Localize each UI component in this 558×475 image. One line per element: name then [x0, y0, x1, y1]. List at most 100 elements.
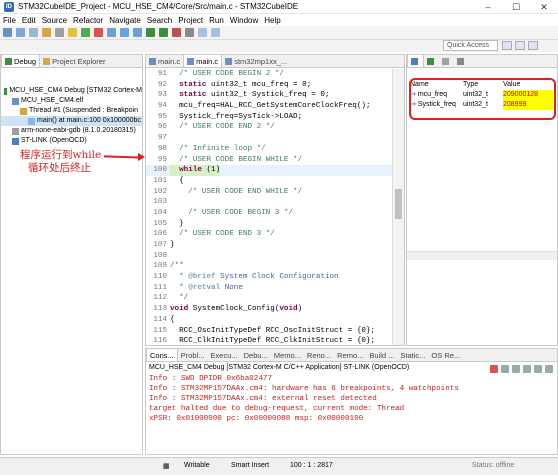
menu-search[interactable]: Search [147, 16, 172, 25]
code-line[interactable]: 116 RCC_ClkInitTypeDef RCC_ClkInitStruct… [146, 336, 392, 345]
back-icon[interactable] [198, 28, 207, 37]
code-line[interactable]: 111 * @retval None [146, 283, 392, 294]
code-line[interactable]: 98 /* Infinite loop */ [146, 144, 392, 155]
debug-tree-node[interactable]: MCU_HSE_CM4.elf [1, 96, 142, 106]
external-tools-icon[interactable] [172, 28, 181, 37]
line-number[interactable]: 100 [146, 165, 170, 176]
build-icon[interactable] [42, 28, 51, 37]
pin-console-icon[interactable] [534, 365, 542, 373]
save-icon[interactable] [16, 28, 25, 37]
code-line[interactable]: 99 /* USER CODE BEGIN WHILE */ [146, 155, 392, 166]
perspective-cpp-icon[interactable] [502, 41, 512, 50]
tab-reno[interactable]: Reno... [304, 349, 334, 361]
run-icon[interactable] [159, 28, 168, 37]
code-line[interactable]: 106 /* USER CODE END 3 */ [146, 229, 392, 240]
code-line[interactable]: 104 /* USER CODE BEGIN 3 */ [146, 208, 392, 219]
menu-project[interactable]: Project [178, 16, 203, 25]
line-number[interactable]: 108 [146, 251, 170, 262]
tab-project-explorer[interactable]: Project Explorer [40, 55, 108, 67]
debug-icon[interactable] [146, 28, 155, 37]
line-number[interactable]: 115 [146, 326, 170, 337]
line-number[interactable]: 101 [146, 176, 170, 187]
tab-breakpoints[interactable] [424, 55, 439, 67]
line-number[interactable]: 91 [146, 69, 170, 80]
code-line[interactable]: 114{ [146, 315, 392, 326]
line-number[interactable]: 116 [146, 336, 170, 345]
code-line[interactable]: 102 /* USER CODE END WHILE */ [146, 187, 392, 198]
debug-tree-node[interactable]: Thread #1 (Suspended : Breakpoin [1, 106, 142, 116]
current-line[interactable]: 100 while (1) [146, 165, 392, 176]
debug-tree-node[interactable]: MCU_HSE_CM4 Debug [STM32 Cortex-M [1, 86, 142, 96]
line-number[interactable]: 98 [146, 144, 170, 155]
clear-console-icon[interactable] [512, 365, 520, 373]
tab-main-c-2[interactable]: main.c [183, 55, 223, 67]
line-number[interactable]: 111 [146, 283, 170, 294]
menu-file[interactable]: File [3, 16, 16, 25]
new-icon[interactable] [3, 28, 12, 37]
code-line[interactable]: 92 static uint32_t mcu_freq = 0; [146, 80, 392, 91]
variables-hscrollbar[interactable] [407, 251, 557, 260]
line-number[interactable]: 97 [146, 133, 170, 144]
terminate-icon[interactable] [490, 365, 498, 373]
line-number[interactable]: 104 [146, 208, 170, 219]
minimize-button[interactable]: – [474, 0, 502, 14]
line-number[interactable]: 103 [146, 197, 170, 208]
terminate-icon[interactable] [94, 28, 103, 37]
remove-launch-icon[interactable] [501, 365, 509, 373]
menu-edit[interactable]: Edit [22, 16, 36, 25]
menu-run[interactable]: Run [209, 16, 224, 25]
code-line[interactable]: 93 static uint32_t Systick_freq = 0; [146, 90, 392, 101]
tab-stm32mp1xx[interactable]: stm32mp1xx_... [222, 55, 290, 67]
code-line[interactable]: 108 [146, 251, 392, 262]
tab-problems[interactable]: Probl... [178, 349, 208, 361]
line-number[interactable]: 95 [146, 112, 170, 123]
line-number[interactable]: 105 [146, 219, 170, 230]
code-line[interactable]: 94 mcu_freq=HAL_RCC_GetSystemCoreClockFr… [146, 101, 392, 112]
code-line[interactable]: 109/** [146, 261, 392, 272]
tab-remote[interactable]: Remo... [334, 349, 366, 361]
menu-help[interactable]: Help [264, 16, 280, 25]
line-number[interactable]: 106 [146, 229, 170, 240]
tab-static[interactable]: Static... [397, 349, 428, 361]
scrollbar-thumb[interactable] [395, 189, 402, 219]
console-output[interactable]: Info : SWD DPIDR 0x6ba02477 Info : STM32M… [146, 374, 557, 424]
tab-memory[interactable]: Memo... [271, 349, 304, 361]
debug-tree-node[interactable]: ST-LINK (OpenOCD) [1, 136, 142, 146]
tab-debug[interactable]: Debug [1, 55, 41, 67]
code-line[interactable]: 112 */ [146, 293, 392, 304]
tab-build[interactable]: Build ... [366, 349, 397, 361]
line-number[interactable]: 107 [146, 240, 170, 251]
line-number[interactable]: 96 [146, 122, 170, 133]
perspective-debug-icon[interactable] [515, 41, 525, 50]
line-number[interactable]: 94 [146, 101, 170, 112]
line-number[interactable]: 93 [146, 90, 170, 101]
menu-refactor[interactable]: Refactor [73, 16, 103, 25]
skip-breakpoints-icon[interactable] [55, 28, 64, 37]
suspend-icon[interactable] [81, 28, 90, 37]
line-number[interactable]: 112 [146, 293, 170, 304]
code-area[interactable]: 91 /* USER CODE BEGIN 2 */92 static uint… [146, 69, 392, 345]
tab-variables[interactable] [407, 55, 424, 67]
resume-icon[interactable] [68, 28, 77, 37]
maximize-button[interactable]: ☐ [502, 0, 530, 14]
step-over-icon[interactable] [120, 28, 129, 37]
code-line[interactable]: 103 [146, 197, 392, 208]
code-line[interactable]: 97 [146, 133, 392, 144]
forward-icon[interactable] [211, 28, 220, 37]
line-number[interactable]: 114 [146, 315, 170, 326]
tab-expressions[interactable] [439, 55, 454, 67]
code-line[interactable]: 110 * @brief System Clock Configuration [146, 272, 392, 283]
tab-registers[interactable] [454, 55, 469, 67]
code-line[interactable]: 95 Systick_freq=SysTick->LOAD; [146, 112, 392, 123]
menu-source[interactable]: Source [42, 16, 67, 25]
code-line[interactable]: 113 void SystemClock_Config(void) [146, 304, 392, 315]
search-icon[interactable] [185, 28, 194, 37]
perspective-device-icon[interactable] [528, 41, 538, 50]
tab-os-resources[interactable]: OS Re... [428, 349, 463, 361]
code-line[interactable]: 91 /* USER CODE BEGIN 2 */ [146, 69, 392, 80]
menu-window[interactable]: Window [230, 16, 258, 25]
code-line[interactable]: 101 { [146, 176, 392, 187]
tab-executables[interactable]: Execu... [208, 349, 241, 361]
tab-console[interactable]: Cons... [146, 349, 178, 361]
code-line[interactable]: 115 RCC_OscInitTypeDef RCC_OscInitStruct… [146, 326, 392, 337]
